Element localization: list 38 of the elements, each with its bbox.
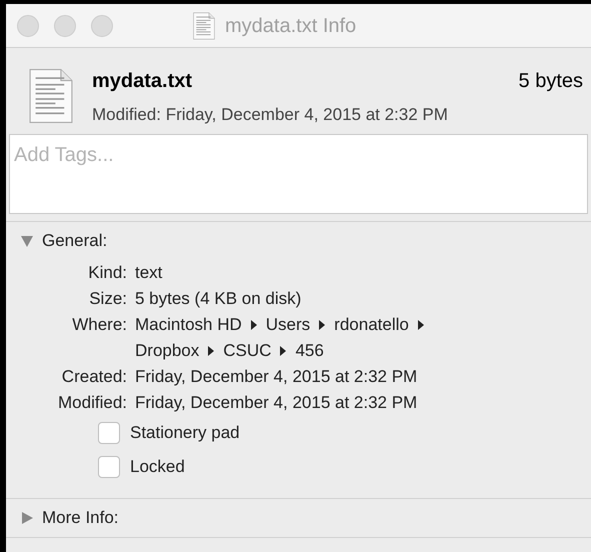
folder-name: Macintosh HD [135, 314, 242, 336]
path-separator-icon [319, 320, 326, 330]
window-title: mydata.txt Info [225, 14, 356, 38]
document-icon [29, 68, 73, 124]
close-button[interactable] [17, 14, 39, 36]
checkbox[interactable] [98, 422, 120, 444]
zoom-button[interactable] [91, 14, 113, 36]
field-label: Size: [88, 288, 127, 310]
tags-field[interactable]: Add Tags... [9, 134, 588, 214]
field-value: Friday, December 4, 2015 at 2:32 PM [135, 366, 418, 388]
field-value: Friday, December 4, 2015 at 2:32 PM [135, 392, 418, 414]
folder-name: 456 [295, 340, 324, 362]
folder-name: rdonatello [334, 314, 409, 336]
field-value: 5 bytes (4 KB on disk) [135, 288, 302, 310]
file-size: 5 bytes [518, 69, 583, 94]
path-separator-icon [208, 346, 214, 356]
modified-date: Modified: Friday, December 4, 2015 at 2:32 PM [92, 104, 449, 126]
section-title[interactable]: More Info: [42, 505, 119, 531]
folder-name: Users [266, 314, 310, 336]
checkbox[interactable] [98, 456, 120, 478]
folder-name: Dropbox [135, 340, 200, 362]
field-label: Where: [71, 314, 127, 336]
path-separator-icon [250, 320, 257, 330]
file-name: mydata.txt [92, 69, 192, 94]
field-value: text [135, 262, 162, 284]
path-separator-icon [418, 320, 424, 330]
document-icon [193, 12, 215, 40]
minimize-button[interactable] [54, 14, 76, 36]
path-separator-icon [280, 346, 286, 356]
checkbox-label: Locked [130, 456, 185, 478]
field-label: Modified: [57, 392, 127, 414]
field-label: Created: [60, 366, 127, 388]
disclosure-triangle[interactable] [20, 511, 34, 525]
section-title[interactable]: General: [42, 228, 108, 254]
folder-name: CSUC [223, 340, 272, 362]
field-label: Kind: [87, 262, 127, 284]
disclosure-triangle[interactable] [20, 234, 34, 248]
checkbox-label: Stationery pad [130, 422, 240, 444]
